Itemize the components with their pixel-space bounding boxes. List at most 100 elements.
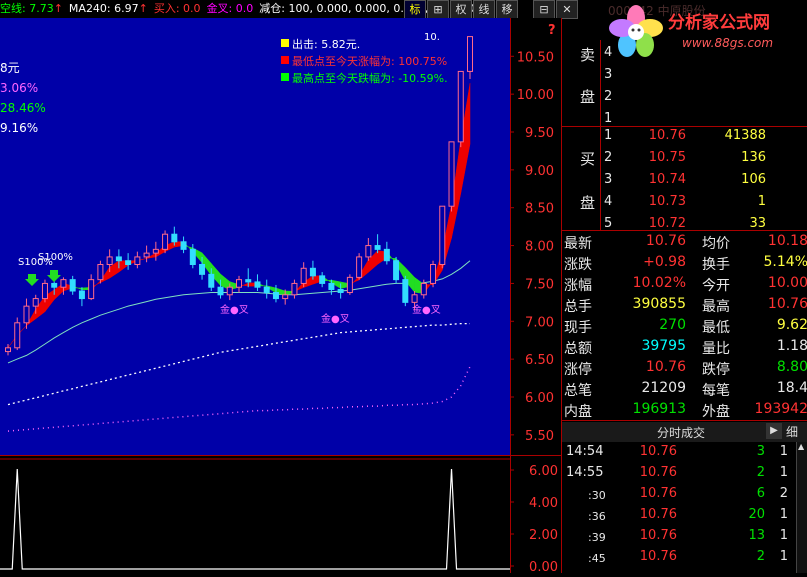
tab-ticks[interactable]: 分时成交: [657, 424, 705, 441]
legend-swatch: [281, 39, 289, 47]
buy-level-index: 1: [604, 128, 613, 143]
stat-row: 涨跌 +0.98 换手 5.14%: [562, 254, 807, 274]
candle-body: [189, 248, 196, 266]
detail-button[interactable]: 细: [786, 423, 798, 440]
tick-count: 1: [779, 507, 788, 522]
buy-price: 10.75: [648, 150, 686, 165]
tick-row: :45 10.76 2 1: [562, 549, 807, 569]
sub-indicator-area[interactable]: [0, 455, 510, 573]
stat-label: 3.06%: [0, 81, 38, 95]
candle-body: [162, 233, 169, 250]
sub-axis-tick-label: 6.00: [529, 464, 558, 479]
chart-annotation: 金●叉: [412, 303, 441, 316]
candle-body: [5, 347, 11, 353]
axis-tick-label: 7.50: [525, 277, 554, 292]
candle-body: [125, 260, 132, 265]
kline-chart[interactable]: 8元 3.06% 28.46% 9.16% 出击: 5.82元. 最低点至今天涨幅为: 1…: [0, 18, 510, 455]
indicator-value: MA240: 6.97: [68, 2, 139, 15]
tick-price: 10.76: [639, 549, 677, 564]
candle-body: [337, 288, 344, 294]
candle-body: [291, 282, 298, 296]
buy-row: 2 10.75 136: [562, 150, 807, 170]
buy-price: 10.72: [648, 216, 686, 231]
stat-value: 9.62: [776, 317, 807, 333]
axis-tick-label: 5.50: [525, 429, 554, 444]
tick-time: :39: [588, 531, 606, 544]
tick-time: 14:55: [566, 465, 604, 480]
buy-row: 3 10.74 106: [562, 172, 807, 192]
candle-body: [217, 286, 224, 296]
tick-count: 1: [779, 465, 788, 480]
help-icon[interactable]: ?: [548, 23, 556, 38]
rights-button[interactable]: 权: [450, 0, 472, 19]
scroll-up-icon[interactable]: ▲: [798, 442, 804, 451]
buy-volume: 33: [749, 216, 766, 231]
line-button[interactable]: 线: [473, 0, 495, 19]
candle-body: [356, 256, 363, 278]
tick-volume: 6: [756, 486, 765, 501]
candle-body: [226, 286, 233, 296]
candle-body: [263, 286, 270, 294]
candle-body: [346, 276, 353, 294]
play-arrow-icon[interactable]: ▶: [766, 423, 782, 439]
tick-row: :36 10.76 20 1: [562, 507, 807, 527]
main-chart-area[interactable]: 8元 3.06% 28.46% 9.16% 出击: 5.82元. 最低点至今天涨幅为: 1…: [0, 18, 510, 455]
tick-count: 2: [779, 486, 788, 501]
stat-value: 10.02%: [632, 275, 686, 291]
move-button[interactable]: 移: [496, 0, 518, 19]
buy-level-index: 5: [604, 216, 613, 231]
axis-tick-label: 10.00: [517, 88, 554, 103]
axis-tick-label: 9.50: [525, 126, 554, 141]
stat-label: 总手: [564, 299, 592, 315]
candle-body: [430, 264, 437, 284]
stat-value: 10.76: [645, 233, 686, 249]
divider: [562, 126, 807, 127]
candle-body: [152, 248, 159, 254]
minimize-button[interactable]: ⊟: [533, 0, 555, 19]
sub-axis-tick-label: 2.00: [529, 528, 558, 543]
legend-swatch: [281, 56, 289, 64]
buy-level-index: 4: [604, 194, 613, 209]
candle-body: [309, 267, 316, 277]
stat-value: 10.76: [767, 296, 807, 312]
indicator-value: 金叉: 0.0: [206, 2, 254, 15]
stat-label: 涨跌: [564, 257, 592, 273]
candle-body: [23, 305, 30, 324]
stat-row: 现手 270 最低 9.62: [562, 317, 807, 337]
stat-row: 总笔 21209 每笔 18.4: [562, 380, 807, 400]
buy-row: 4 10.73 1: [562, 194, 807, 214]
candle-body: [78, 290, 85, 300]
candle-body: [245, 279, 252, 283]
divider: [562, 230, 807, 231]
stat-label: 最低: [702, 320, 730, 336]
stat-row: 涨停 10.76 跌停 8.80: [562, 359, 807, 379]
candle-body: [457, 70, 464, 143]
tick-volume: 20: [748, 507, 765, 522]
sub-indicator-chart[interactable]: [0, 455, 510, 573]
stat-label: 现手: [564, 320, 592, 336]
buy-volume: 41388: [724, 128, 766, 143]
legend-text: 出击: 5.82元.: [292, 37, 360, 51]
candle-body: [171, 233, 178, 243]
ticks-scrollbar[interactable]: ▲: [796, 442, 807, 573]
stat-value: 39795: [641, 338, 686, 354]
legend-swatch: [281, 73, 289, 81]
buy-label: 买: [580, 150, 596, 168]
sell-level-index: 2: [604, 89, 613, 104]
tick-volume: 13: [748, 528, 765, 543]
ticks-tab-bar: 分时成交 ▶ 细: [562, 422, 807, 442]
candle-body: [383, 248, 390, 262]
brand-name: 分析家公式网: [668, 13, 770, 33]
buy-level-index: 2: [604, 150, 613, 165]
mark-button[interactable]: 标: [404, 0, 426, 19]
tick-count: 1: [779, 528, 788, 543]
price-axis: ? 10.50 10.00 9.50 9.00 8.50 8.00 7.50 7.00 6.50 6…: [510, 18, 562, 575]
candle-body: [134, 256, 141, 266]
up-arrow-icon: ↑: [138, 2, 148, 15]
axis-tick-label: 6.50: [525, 353, 554, 368]
stat-label: 8元: [0, 61, 20, 75]
legend-text: 最高点至今天跌幅为: -10.59%.: [292, 71, 448, 85]
close-button[interactable]: ✕: [556, 0, 578, 19]
legend-text: 最低点至今天涨幅为: 100.75%: [292, 54, 447, 68]
grid-button[interactable]: ⊞: [427, 0, 449, 19]
